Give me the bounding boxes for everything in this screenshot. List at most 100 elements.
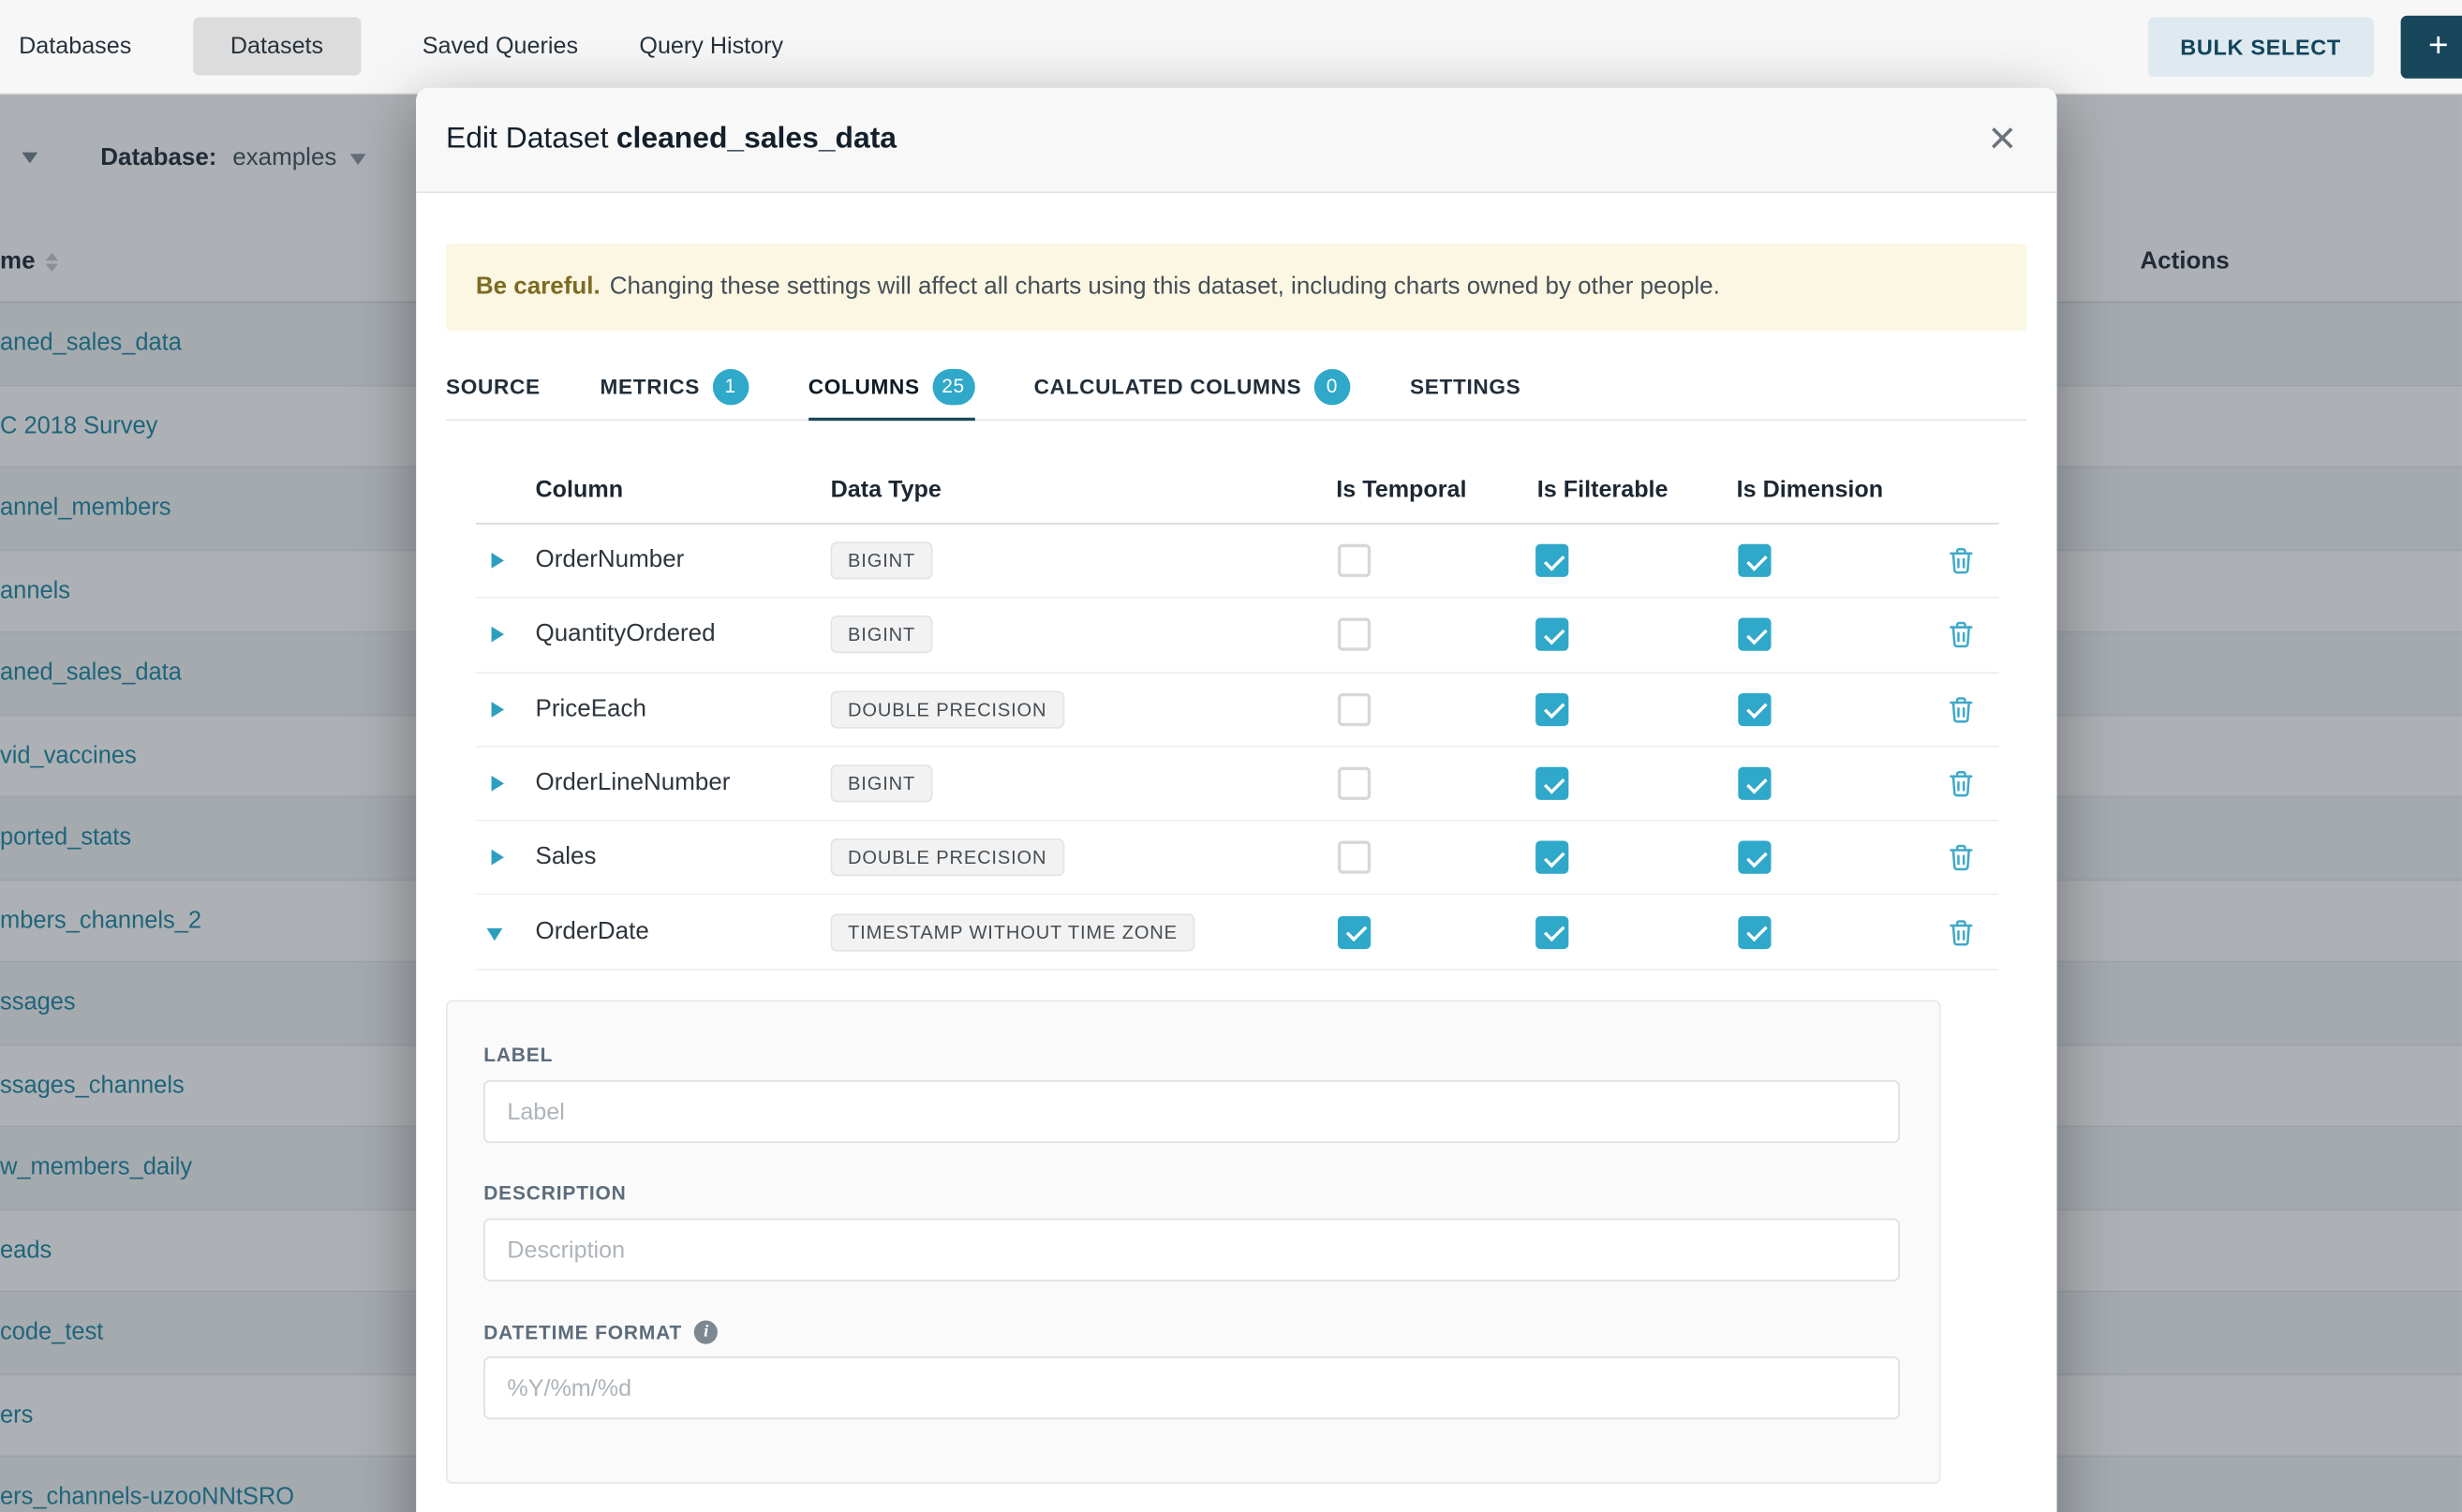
collapse-caret-icon[interactable] [487, 927, 503, 940]
trash-icon[interactable] [1949, 769, 1974, 797]
is-temporal-checkbox[interactable] [1338, 915, 1371, 948]
tab-count-badge: 1 [712, 368, 749, 405]
warning-bold: Be careful. [476, 274, 601, 302]
top-navigation: Databases Datasets Saved Queries Query Hist… [0, 0, 2462, 95]
is-filterable-checkbox[interactable] [1535, 841, 1568, 874]
bulk-select-button[interactable]: BULK SELECT [2147, 17, 2374, 77]
trash-icon[interactable] [1949, 546, 1974, 574]
is-temporal-checkbox[interactable] [1338, 767, 1371, 800]
tab-label: COLUMNS [808, 375, 920, 398]
tab-label: METRICS [601, 375, 701, 398]
tab-count-badge: 0 [1314, 368, 1351, 405]
tab-count-badge: 25 [932, 368, 974, 405]
tab-calculated-columns[interactable]: CALCULATED COLUMNS 0 [1034, 355, 1351, 421]
column-row: OrderLineNumber BIGINT [476, 748, 1999, 822]
is-dimension-checkbox[interactable] [1738, 841, 1771, 874]
description-input[interactable] [483, 1219, 1900, 1282]
app-window: Databases Datasets Saved Queries Query Hist… [0, 0, 2462, 1512]
tab-label: CALCULATED COLUMNS [1034, 375, 1302, 398]
warning-banner: Be careful. Changing these settings will… [446, 244, 2027, 332]
column-name: PriceEach [536, 695, 646, 723]
is-dimension-checkbox[interactable] [1738, 915, 1771, 948]
is-filterable-checkbox[interactable] [1535, 767, 1568, 800]
info-icon[interactable]: i [695, 1321, 719, 1344]
label-field-label: LABEL [483, 1045, 553, 1066]
expand-caret-icon[interactable] [492, 553, 504, 569]
column-detail-panel: LABEL DESCRIPTION DATETIME FORMAT i [446, 1001, 1941, 1484]
expand-caret-icon[interactable] [492, 776, 504, 792]
header-column: Column [536, 476, 624, 502]
modal-title-prefix: Edit Dataset [446, 123, 608, 156]
datetime-format-input[interactable] [483, 1356, 1900, 1419]
is-temporal-checkbox[interactable] [1338, 544, 1371, 577]
modal-title: Edit Datasetcleaned_sales_data [446, 123, 897, 157]
is-filterable-checkbox[interactable] [1535, 693, 1568, 726]
description-field-label-text: DESCRIPTION [483, 1182, 626, 1204]
column-name: OrderDate [536, 918, 649, 946]
tab-columns[interactable]: COLUMNS 25 [808, 355, 974, 421]
description-field-label: DESCRIPTION [483, 1182, 626, 1204]
label-field-label-text: LABEL [483, 1045, 553, 1066]
header-data-type: Data Type [831, 476, 942, 502]
header-is-filterable: Is Filterable [1537, 476, 1669, 502]
close-icon[interactable]: × [1989, 116, 2016, 163]
column-row: OrderDateTIMESTAMP WITHOUT TIME ZONE [476, 896, 1999, 970]
tab-settings[interactable]: SETTINGS [1410, 355, 1521, 421]
column-row: QuantityOrdered BIGINT [476, 599, 1999, 673]
datetime-format-label-text: DATETIME FORMAT [483, 1321, 682, 1342]
warning-text: Changing these settings will affect all … [610, 274, 1720, 302]
nav-item-datasets[interactable]: Datasets [193, 17, 362, 75]
data-type-badge: BIGINT [831, 541, 933, 579]
column-name: Sales [536, 844, 597, 872]
modal-body: Be careful. Changing these settings will… [416, 193, 2056, 1512]
is-filterable-checkbox[interactable] [1535, 618, 1568, 651]
is-temporal-checkbox[interactable] [1338, 618, 1371, 651]
modal-header: Edit Datasetcleaned_sales_data × [416, 88, 2056, 193]
is-dimension-checkbox[interactable] [1738, 693, 1771, 726]
columns-table: Column Data Type Is Temporal Is Filterab… [476, 455, 1999, 970]
columns-table-rows: OrderNumber BIGINT QuantityOrdered BIGINT Pr… [476, 525, 1999, 971]
is-temporal-checkbox[interactable] [1338, 693, 1371, 726]
trash-icon[interactable] [1949, 844, 1974, 872]
is-dimension-checkbox[interactable] [1738, 544, 1771, 577]
expand-caret-icon[interactable] [492, 850, 504, 866]
data-type-badge: BIGINT [831, 764, 933, 802]
column-row: Sales DOUBLE PRECISION [476, 822, 1999, 896]
is-filterable-checkbox[interactable] [1535, 544, 1568, 577]
modal-title-dataset-name: cleaned_sales_data [616, 123, 897, 156]
header-is-dimension: Is Dimension [1737, 476, 1883, 502]
edit-dataset-modal: Edit Datasetcleaned_sales_data × Be care… [416, 88, 2056, 1512]
nav-item-saved-queries[interactable]: Saved Queries [423, 33, 578, 59]
data-type-badge: BIGINT [831, 616, 933, 654]
screen: Databases Datasets Saved Queries Query Hist… [0, 0, 2462, 1512]
is-filterable-checkbox[interactable] [1535, 915, 1568, 948]
tab-metrics[interactable]: METRICS 1 [601, 355, 749, 421]
label-input[interactable] [483, 1080, 1900, 1143]
trash-icon[interactable] [1949, 621, 1974, 649]
is-dimension-checkbox[interactable] [1738, 767, 1771, 800]
tab-label: SETTINGS [1410, 375, 1521, 398]
data-type-badge: DOUBLE PRECISION [831, 839, 1064, 877]
datetime-format-field-label: DATETIME FORMAT i [483, 1321, 719, 1344]
tab-source[interactable]: SOURCE [446, 355, 541, 421]
nav-menu: Databases Datasets Saved Queries Query Hist… [19, 17, 844, 75]
is-dimension-checkbox[interactable] [1738, 618, 1771, 651]
column-name: OrderLineNumber [536, 769, 731, 797]
modal-tabs: SOURCE METRICS 1 COLUMNS 25 CALCULATED COLUMN… [446, 355, 2027, 421]
data-type-badge: DOUBLE PRECISION [831, 690, 1064, 728]
columns-table-header: Column Data Type Is Temporal Is Filterab… [476, 455, 1999, 525]
add-dataset-button[interactable]: + [2401, 15, 2462, 78]
column-name: QuantityOrdered [536, 621, 716, 649]
expand-caret-icon[interactable] [492, 702, 504, 718]
is-temporal-checkbox[interactable] [1338, 841, 1371, 874]
nav-item-query-history[interactable]: Query History [639, 33, 783, 59]
column-name: OrderNumber [536, 546, 685, 574]
trash-icon[interactable] [1949, 918, 1974, 946]
column-row: PriceEach DOUBLE PRECISION [476, 673, 1999, 747]
nav-item-databases[interactable]: Databases [19, 33, 131, 59]
tab-label: SOURCE [446, 375, 541, 398]
expand-caret-icon[interactable] [492, 627, 504, 643]
trash-icon[interactable] [1949, 695, 1974, 723]
nav-actions: BULK SELECT + [2147, 15, 2462, 78]
header-is-temporal: Is Temporal [1336, 476, 1466, 502]
